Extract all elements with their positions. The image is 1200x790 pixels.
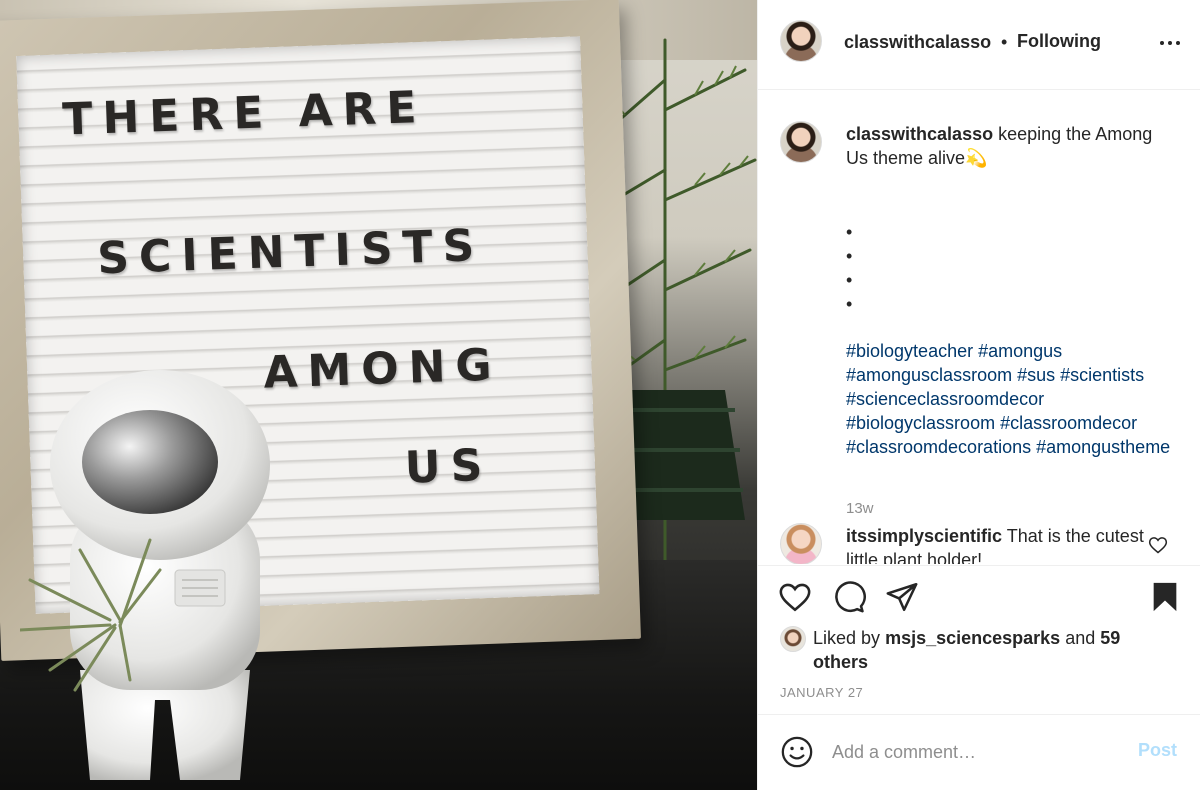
hashtag-link[interactable]: #scientists bbox=[1060, 365, 1144, 385]
author-username[interactable]: classwithcalasso bbox=[844, 32, 991, 53]
hashtag-link[interactable]: #classroomdecor bbox=[1000, 413, 1137, 433]
post-sidebar: classwithcalasso • Following classwithca… bbox=[757, 0, 1200, 790]
following-button[interactable]: Following bbox=[1017, 31, 1101, 52]
board-line-4: US bbox=[403, 439, 494, 494]
header-separator: • bbox=[1001, 32, 1008, 52]
heart-icon[interactable] bbox=[778, 580, 812, 614]
hashtag-link[interactable]: #biologyteacher bbox=[846, 341, 973, 361]
comment-item: itssimplyscientific That is the cutest l… bbox=[780, 521, 1180, 564]
bullet: • bbox=[846, 294, 853, 314]
post-header: classwithcalasso • Following bbox=[758, 0, 1200, 90]
more-options-icon[interactable] bbox=[1158, 30, 1182, 54]
smiley-icon[interactable] bbox=[780, 735, 814, 769]
post-date[interactable]: JANUARY 27 bbox=[780, 685, 863, 700]
likes-joiner: and bbox=[1065, 628, 1096, 648]
paper-plane-icon[interactable] bbox=[885, 580, 919, 614]
bullet: • bbox=[846, 270, 853, 290]
comment-icon[interactable] bbox=[832, 580, 866, 614]
comments-section[interactable]: classwithcalasso keeping the Among Us th… bbox=[758, 91, 1200, 564]
hashtag-link[interactable]: #biologyclassroom bbox=[846, 413, 995, 433]
post-image[interactable]: THERE ARE SCIENTISTS AMONG US bbox=[0, 0, 757, 790]
bullet: • bbox=[846, 246, 853, 266]
liker-avatar[interactable] bbox=[780, 626, 806, 652]
author-avatar[interactable] bbox=[780, 20, 822, 62]
hashtag-link[interactable]: #scienceclassroomdecor bbox=[846, 389, 1044, 409]
hashtag-list: #biologyteacher #amongus #amongusclassro… bbox=[846, 339, 1186, 459]
comment-text-block: itssimplyscientific That is the cutest l… bbox=[846, 524, 1146, 564]
post-actions: Liked by msjs_sciencesparks and 59 other… bbox=[758, 565, 1200, 715]
hashtag-link[interactable]: #sus bbox=[1017, 365, 1055, 385]
astronaut-planter bbox=[20, 370, 270, 780]
likes-summary: Liked by msjs_sciencesparks and 59 other… bbox=[813, 626, 1143, 674]
caption-bullets: • • • • bbox=[846, 220, 852, 316]
post-comment-button[interactable]: Post bbox=[1138, 740, 1177, 761]
board-line-2: SCIENTISTS bbox=[96, 219, 486, 285]
board-line-3: AMONG bbox=[262, 339, 503, 399]
bullet: • bbox=[846, 222, 853, 242]
add-comment-bar: Post bbox=[758, 714, 1200, 790]
hashtag-link[interactable]: #amongusclassroom bbox=[846, 365, 1012, 385]
commenter-avatar[interactable] bbox=[780, 523, 822, 564]
hashtag-link[interactable]: #amongustheme bbox=[1036, 437, 1170, 457]
hashtag-link[interactable]: #classroomdecorations bbox=[846, 437, 1031, 457]
commenter-username[interactable]: itssimplyscientific bbox=[846, 526, 1002, 546]
comment-like-heart-icon[interactable] bbox=[1148, 535, 1168, 555]
caption-text-block: classwithcalasso keeping the Among Us th… bbox=[846, 122, 1176, 170]
bookmark-icon[interactable] bbox=[1148, 580, 1182, 614]
comment-input[interactable] bbox=[832, 737, 1122, 767]
caption-age[interactable]: 13w bbox=[846, 500, 874, 517]
caption-username[interactable]: classwithcalasso bbox=[846, 124, 993, 144]
board-line-1: THERE ARE bbox=[61, 81, 428, 146]
hashtag-link[interactable]: #amongus bbox=[978, 341, 1062, 361]
caption-author-avatar[interactable] bbox=[780, 121, 822, 163]
liker-username[interactable]: msjs_sciencesparks bbox=[885, 628, 1060, 648]
likes-prefix: Liked by bbox=[813, 628, 881, 648]
